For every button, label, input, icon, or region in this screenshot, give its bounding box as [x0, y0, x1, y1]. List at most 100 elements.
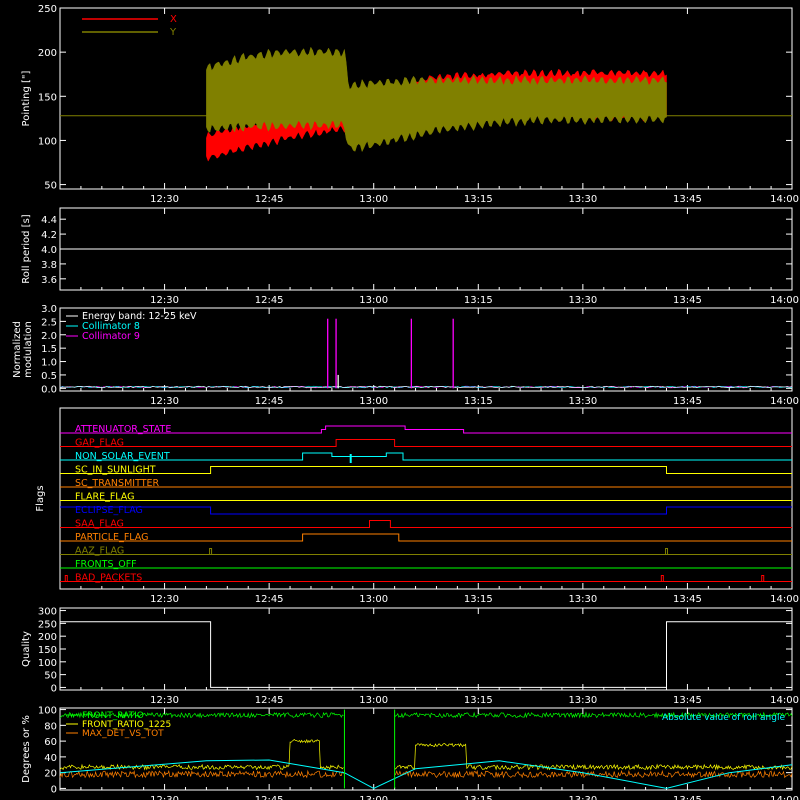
y-tick-label: 100: [38, 706, 57, 717]
y-tick-label: 0: [51, 784, 57, 795]
x-tick-label: 13:15: [464, 695, 493, 706]
flag-pulse: [64, 575, 68, 582]
y-tick-label: 2.0: [41, 331, 57, 342]
x-tick-label: 13:30: [568, 795, 597, 800]
x-tick-label: 13:45: [673, 795, 702, 800]
y-tick-label: 2.5: [41, 317, 57, 328]
legend-label-X: X: [170, 14, 177, 25]
flag-label: SC_IN_SUNLIGHT: [75, 465, 156, 476]
y-tick-label: 4.2: [41, 230, 57, 241]
flag-label: PARTICLE_FLAG: [75, 532, 148, 543]
x-tick-label: 13:45: [673, 695, 702, 706]
quality-line: [60, 621, 792, 688]
flag-label: BAD_PACKETS: [75, 573, 142, 584]
y-tick-label: 3.8: [41, 260, 57, 271]
ratio-series: [59, 738, 793, 771]
x-tick-label: 12:30: [150, 695, 179, 706]
y-tick-label: 1.0: [41, 358, 57, 369]
y-tick-label: 150: [38, 92, 57, 103]
x-tick-label: 13:45: [673, 295, 702, 306]
x-tick-label: 13:15: [464, 795, 493, 800]
y-tick-label: 0.0: [41, 384, 57, 395]
x-tick-label: 12:30: [150, 795, 179, 800]
panel-ratios: 12:30 12:45 13:00 13:15 13:30 13:45 14:00 0 20 40…: [21, 706, 799, 800]
x-tick-label: 12:30: [150, 295, 179, 306]
flag-label: AAZ_FLAG: [75, 546, 124, 557]
x-tick-label: 13:15: [464, 295, 493, 306]
legend-label: Collimator 9: [82, 331, 140, 342]
y-tick-label: 80: [44, 721, 57, 732]
flag-line: [60, 506, 792, 515]
x-tick-label: 13:45: [673, 396, 702, 407]
x-tick-label: 12:45: [255, 695, 284, 706]
legend-label-Y: Y: [169, 27, 177, 38]
flag-label: SC_TRANSMITTER: [75, 478, 160, 489]
y-tick-label: 200: [38, 632, 57, 643]
x-tick-label: 13:30: [568, 396, 597, 407]
y-axis-label: Quality: [21, 631, 32, 667]
x-tick-label: 14:00: [770, 695, 799, 706]
x-tick-label: 14:00: [770, 795, 799, 800]
flag-line: [60, 452, 792, 461]
y-tick-label: 4.0: [41, 245, 57, 256]
x-tick-label: 13:15: [464, 594, 493, 605]
x-tick-label: 13:30: [568, 194, 597, 205]
y-axis-label: Flags: [35, 485, 46, 511]
x-tick-label: 14:00: [770, 594, 799, 605]
panel-quality: 12:30 12:45 13:00 13:15 13:30 13:45 14:00 050 10…: [21, 607, 799, 706]
flag-line: [60, 466, 792, 474]
y-tick-label: 250: [38, 619, 57, 630]
flag-label: FRONTS_OFF: [75, 559, 137, 570]
x-tick-label: 13:00: [359, 695, 388, 706]
y-tick-label: 1.5: [41, 344, 57, 355]
flag-line: [60, 533, 792, 542]
x-tick-label: 12:45: [255, 795, 284, 800]
x-tick-label: 14:00: [770, 295, 799, 306]
y-tick-label: 60: [44, 737, 57, 748]
y-tick-label: 40: [44, 753, 57, 764]
flag-label: NON_SOLAR_EVENT: [75, 451, 170, 462]
flag-pulse: [761, 575, 765, 582]
y-axis-label: Degrees or %: [21, 715, 32, 783]
legend-label: MAX_DET_VS_TOT: [82, 729, 164, 739]
y-tick-label: 150: [38, 645, 57, 656]
flag-label: FLARE_FLAG: [75, 492, 135, 503]
flag-pulse: [665, 548, 669, 555]
y-tick-label: 250: [38, 4, 57, 15]
y-axis-label: Normalized: [12, 321, 23, 378]
y-tick-label: 0: [51, 683, 57, 694]
flag-pulse: [660, 575, 664, 582]
y-tick-label: 4.4: [41, 215, 57, 226]
flag-label: SAA_FLAG: [75, 519, 124, 530]
x-tick-label: 13:30: [568, 295, 597, 306]
ratio-series: [59, 769, 793, 779]
flag-label: ATTENUATOR_STATE: [75, 424, 171, 435]
y-tick-label: 0.5: [41, 371, 57, 382]
x-tick-label: 12:45: [255, 194, 284, 205]
flag-line: [60, 520, 792, 528]
x-tick-label: 13:00: [359, 194, 388, 205]
x-tick-label: 13:30: [568, 695, 597, 706]
y-tick-label: 200: [38, 48, 57, 59]
x-tick-label: 13:15: [464, 194, 493, 205]
y-tick-label: 50: [44, 671, 57, 682]
y-axis-label: Roll period [s]: [21, 214, 32, 283]
flag-label: GAP_FLAG: [75, 438, 124, 449]
flag-line: [60, 439, 792, 447]
roll-angle-label: Absolute value of roll angle: [662, 713, 785, 723]
x-tick-label: 13:45: [673, 194, 702, 205]
x-tick-label: 12:45: [255, 396, 284, 407]
lightcurve-figure: 12:30 12:45 13:00 13:15 13:30 13:45 14:00 50 100…: [12, 4, 799, 800]
panel-flags: 12:30 12:45 13:00 13:15 13:30 13:45 14:00 Flags…: [35, 407, 799, 605]
y-tick-label: 100: [38, 658, 57, 669]
x-tick-label: 13:15: [464, 396, 493, 407]
x-tick-label: 14:00: [770, 396, 799, 407]
x-tick-label: 13:00: [359, 396, 388, 407]
panel-pointing: 12:30 12:45 13:00 13:15 13:30 13:45 14:00 50 100…: [21, 4, 799, 205]
y-tick-label: 3.6: [41, 275, 57, 286]
x-tick-label: 14:00: [770, 194, 799, 205]
x-tick-label: 13:00: [359, 594, 388, 605]
y-axis-label: Pointing ["]: [21, 70, 32, 126]
flag-label: ECLIPSE_FLAG: [75, 505, 143, 516]
y-tick-label: 100: [38, 136, 57, 147]
